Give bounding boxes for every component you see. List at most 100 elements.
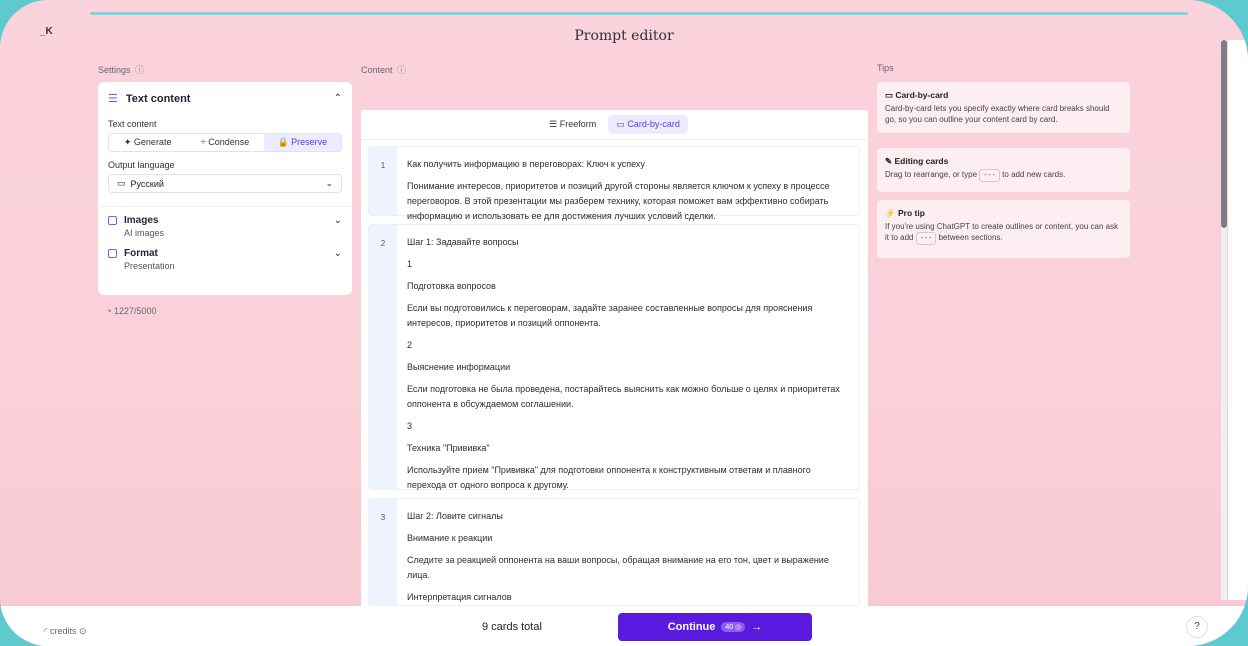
arrow-right-icon: →: [751, 621, 763, 633]
content-section-label: Content ⓘ: [361, 63, 406, 76]
tip-title: Card-by-card: [895, 90, 949, 100]
mode-preserve-button[interactable]: 🔒 Preserve: [263, 134, 341, 151]
right-panel-edge: [1228, 40, 1248, 600]
settings-panel: ☰ Text content ⌃ Text content ✦ Generate…: [98, 82, 352, 295]
lock-icon: 🔒: [277, 137, 289, 147]
card-heading: Шаг 2: Ловите сигналы: [407, 511, 503, 521]
app-frame: _K Prompt editor Settings ⓘ Content ⓘ Ti…: [0, 0, 1248, 646]
progress-ring-icon: ◔: [106, 306, 112, 316]
mode-condense-button[interactable]: ÷ Condense: [186, 134, 263, 151]
lightning-icon: ⚡: [885, 208, 896, 218]
tip-title: Pro tip: [897, 208, 925, 218]
chevron-down-icon[interactable]: ⌄: [334, 215, 342, 226]
card-text: Используйте прием "Прививка" для подгото…: [407, 465, 811, 490]
info-circle-icon: ⊙: [79, 626, 87, 636]
text-content-header[interactable]: ☰ Text content ⌃: [98, 82, 352, 106]
format-desc: Presentation: [124, 261, 175, 271]
content-mode-bar: ☰ Freeform ▭ Card-by-card: [361, 110, 868, 140]
text-content-title: Text content: [125, 92, 191, 105]
output-language-label: Output language: [108, 160, 175, 170]
char-counter: ◔ 1227/5000: [106, 306, 157, 316]
tip-card-by-card: ▭ Card-by-card Card-by-card lets you spe…: [877, 82, 1130, 133]
card-number: 2: [369, 225, 397, 489]
tip-editing-cards: ✎ Editing cards Drag to rearrange, or ty…: [877, 148, 1130, 192]
card-text: Внимание к реакции: [407, 533, 493, 543]
images-title: Images: [124, 215, 159, 226]
condense-icon: ÷: [200, 137, 206, 147]
credits-ring-icon: ◜: [44, 626, 48, 636]
card-body[interactable]: Как получить информацию в переговорах: К…: [397, 147, 859, 221]
card-by-card-label: Card-by-card: [627, 119, 680, 129]
card-body[interactable]: Шаг 1: Задавайте вопросы 1 Подготовка во…: [397, 225, 859, 490]
settings-section-label: Settings ⓘ: [98, 63, 144, 76]
credit-icon: ◎: [735, 624, 742, 631]
card-text: Понимание интересов, приоритетов и позиц…: [407, 181, 830, 221]
card-heading: Как получить информацию в переговорах: К…: [407, 159, 645, 169]
card-icon: ▭: [616, 119, 625, 129]
card-text: 1: [407, 259, 413, 269]
tip-title: Editing cards: [894, 156, 949, 166]
card-text: Интерпретация сигналов: [407, 592, 512, 602]
freeform-tab[interactable]: ☰ Freeform: [541, 115, 604, 134]
card-text: Техника "Прививка": [407, 443, 490, 453]
content-card[interactable]: 1 Как получить информацию в переговорах:…: [368, 146, 860, 221]
chevron-up-icon[interactable]: ⌃: [334, 93, 342, 104]
tip-text: Drag to rearrange, or type: [885, 170, 978, 179]
sparkle-icon: ✦: [123, 137, 132, 147]
card-number: 1: [369, 147, 397, 215]
text-content-label: Text content: [108, 119, 157, 129]
chevron-down-icon[interactable]: ⌄: [334, 248, 342, 259]
card-text: 3: [407, 421, 413, 431]
tip-text: to add new cards.: [1002, 170, 1066, 179]
card-heading: Шаг 1: Задавайте вопросы: [407, 237, 519, 247]
code-snippet: ---: [915, 232, 937, 245]
images-desc: AI images: [124, 228, 165, 238]
text-lines-icon: ☰: [108, 93, 118, 105]
tip-text: Card-by-card lets you specify exactly wh…: [885, 104, 1110, 124]
output-language-select[interactable]: ▭ Русский ⌄: [108, 174, 342, 193]
text-lines-icon: ☰: [549, 119, 558, 129]
header: Prompt editor: [0, 18, 1248, 54]
chevron-down-icon: ⌄: [325, 178, 333, 188]
format-title: Format: [124, 248, 158, 259]
card-icon: ▭: [885, 90, 894, 100]
char-count-value: 1227/5000: [113, 306, 157, 316]
output-language-value: Русский: [130, 178, 164, 189]
content-label-text: Content: [361, 65, 393, 75]
card-text: Если вы подготовились к переговорам, зад…: [407, 303, 813, 328]
card-body[interactable]: Шаг 2: Ловите сигналы Внимание к реакции…: [397, 499, 859, 605]
format-accordion[interactable]: Format Presentation ⌄: [98, 238, 352, 271]
card-number: 3: [369, 499, 397, 605]
content-card[interactable]: 3 Шаг 2: Ловите сигналы Внимание к реакц…: [368, 498, 860, 606]
cards-total: 9 cards total: [482, 621, 542, 633]
edit-icon: ✎: [885, 156, 893, 166]
presentation-icon: [108, 249, 117, 258]
scrollbar-thumb[interactable]: [1221, 40, 1227, 228]
info-icon[interactable]: ⓘ: [397, 65, 406, 75]
continue-label: Continue: [667, 621, 716, 633]
card-text: Если подготовка не была проведена, поста…: [407, 384, 840, 409]
continue-button[interactable]: Continue 40 ◎ →: [618, 613, 812, 641]
mode-generate-button[interactable]: ✦ Generate: [109, 134, 186, 151]
help-button[interactable]: ?: [1186, 616, 1208, 638]
code-snippet: ---: [979, 169, 1000, 182]
settings-label-text: Settings: [98, 65, 131, 75]
tip-pro-tip: ⚡ Pro tip If you're using ChatGPT to cre…: [877, 200, 1130, 258]
mode-preserve-label: Preserve: [291, 137, 328, 147]
tips-section-label: Tips: [877, 63, 894, 73]
mode-condense-label: Condense: [208, 137, 250, 147]
card-by-card-tab[interactable]: ▭ Card-by-card: [608, 115, 688, 134]
scrollbar[interactable]: [1221, 40, 1227, 600]
mode-generate-label: Generate: [133, 137, 172, 147]
credits-indicator[interactable]: ◜ credits ⊙: [44, 626, 87, 637]
cost-badge: 40 ◎: [721, 622, 746, 632]
content-card[interactable]: 2 Шаг 1: Задавайте вопросы 1 Подготовка …: [368, 224, 860, 490]
tip-text: between sections.: [938, 233, 1003, 242]
cost-value: 40: [725, 624, 734, 631]
images-accordion[interactable]: Images AI images ⌄: [98, 207, 352, 238]
card-text: Выяснение информации: [407, 362, 511, 372]
flag-icon: ▭: [117, 178, 126, 188]
image-icon: [108, 216, 117, 225]
info-icon[interactable]: ⓘ: [135, 65, 144, 75]
credits-label: credits: [50, 626, 77, 636]
